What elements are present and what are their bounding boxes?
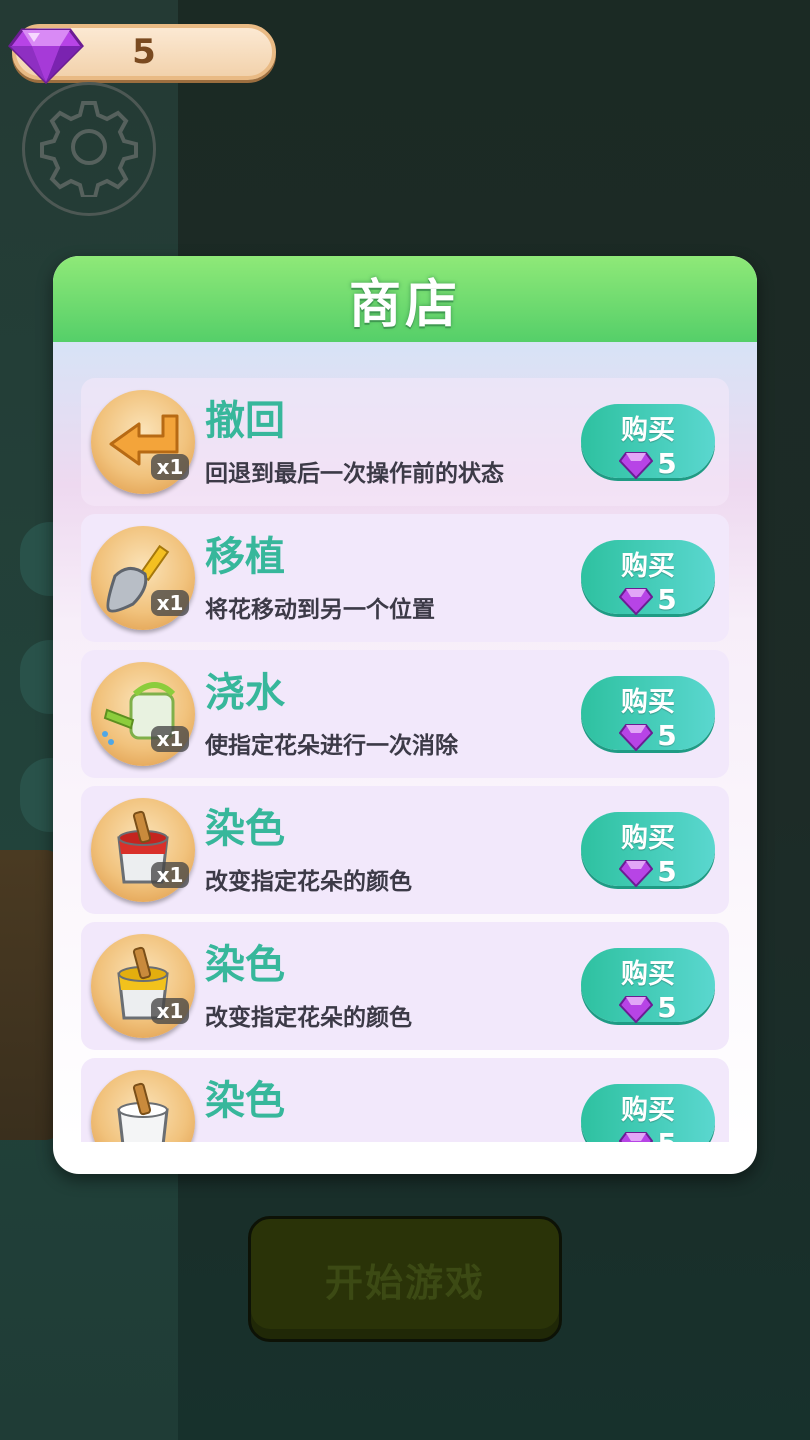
- shop-item-list[interactable]: x1 撤回 回退到最后一次操作前的状态 购买 5 x1 移植 将花移动到另一个位…: [53, 342, 757, 1142]
- shop-item-dye-yellow: x1 染色 改变指定花朵的颜色 购买 5: [81, 922, 729, 1050]
- gem-count: 5: [132, 32, 156, 72]
- buy-label: 购买: [621, 959, 675, 990]
- item-name: 染色: [205, 942, 285, 988]
- buy-price: 5: [657, 855, 677, 888]
- shop-header: 商店: [53, 256, 757, 342]
- buy-price-row: 5: [581, 719, 715, 752]
- buy-label: 购买: [621, 551, 675, 582]
- item-name: 染色: [205, 1078, 285, 1124]
- shop-item-dye-white: 染色 购买 5: [81, 1058, 729, 1142]
- buy-price-row: 5: [581, 855, 715, 888]
- gem-icon: [619, 1131, 654, 1142]
- item-name: 撤回: [205, 398, 285, 444]
- buy-label: 购买: [621, 687, 675, 718]
- item-quantity: x1: [151, 590, 189, 616]
- item-description: 将花移动到另一个位置: [205, 597, 435, 623]
- item-quantity: x1: [151, 862, 189, 888]
- start-game-button: 开始游戏: [248, 1216, 562, 1342]
- item-description: 改变指定花朵的颜色: [205, 1005, 412, 1031]
- item-description: 改变指定花朵的颜色: [205, 869, 412, 895]
- item-name: 移植: [205, 534, 285, 580]
- item-quantity: x1: [151, 726, 189, 752]
- buy-price: 5: [657, 583, 677, 616]
- buy-button-transplant[interactable]: 购买 5: [581, 540, 715, 616]
- buy-button-dye-white[interactable]: 购买 5: [581, 1084, 715, 1142]
- buy-label: 购买: [621, 823, 675, 854]
- gem-icon: [8, 20, 84, 85]
- buy-label: 购买: [621, 415, 675, 446]
- start-game-label: 开始游戏: [324, 1260, 485, 1305]
- buy-price: 5: [657, 1127, 676, 1142]
- buy-button-dye-yellow[interactable]: 购买 5: [581, 948, 715, 1024]
- buy-button-watering[interactable]: 购买 5: [581, 676, 715, 752]
- item-quantity: x1: [151, 998, 189, 1024]
- settings-button[interactable]: [22, 82, 156, 216]
- buy-button-undo[interactable]: 购买 5: [581, 404, 715, 480]
- shop-item-undo: x1 撤回 回退到最后一次操作前的状态 购买 5: [81, 378, 729, 506]
- buy-price-row: 5: [581, 991, 715, 1024]
- buy-price: 5: [657, 719, 677, 752]
- shop-item-transplant: x1 移植 将花移动到另一个位置 购买 5: [81, 514, 729, 642]
- item-quantity: x1: [151, 454, 189, 480]
- item-description: 回退到最后一次操作前的状态: [205, 461, 504, 487]
- buy-button-dye-red[interactable]: 购买 5: [581, 812, 715, 888]
- white-paint-bucket-icon: [91, 1070, 195, 1142]
- buy-price-row: 5: [581, 1127, 715, 1142]
- item-description: 使指定花朵进行一次消除: [205, 733, 458, 759]
- gem-icon: [619, 859, 654, 887]
- buy-price: 5: [657, 991, 677, 1024]
- gem-icon: [619, 995, 654, 1023]
- gem-icon: [619, 451, 654, 479]
- shop-title: 商店: [348, 274, 461, 335]
- background-wood-panel: [0, 850, 60, 1140]
- gem-icon: [619, 587, 654, 615]
- item-name: 染色: [205, 806, 285, 852]
- gem-icon: [619, 723, 654, 751]
- shop-item-dye-red: x1 染色 改变指定花朵的颜色 购买 5: [81, 786, 729, 914]
- shop-dialog: 商店 x1 撤回 回退到最后一次操作前的状态 购买 5 x1 移植 将花移动到另…: [53, 256, 757, 1174]
- shop-item-watering: x1 浇水 使指定花朵进行一次消除 购买 5: [81, 650, 729, 778]
- gear-icon: [39, 97, 139, 201]
- buy-price: 5: [657, 447, 677, 480]
- buy-label: 购买: [621, 1095, 675, 1126]
- buy-price-row: 5: [581, 447, 715, 480]
- buy-price-row: 5: [581, 583, 715, 616]
- item-name: 浇水: [205, 670, 285, 716]
